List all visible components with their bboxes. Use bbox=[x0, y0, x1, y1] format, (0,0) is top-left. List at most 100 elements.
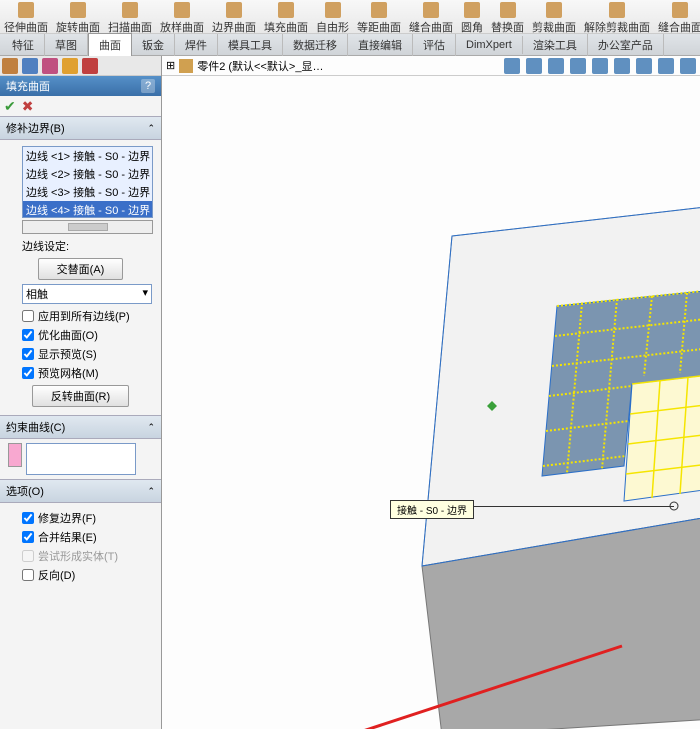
constraint-color-swatch[interactable] bbox=[8, 443, 22, 467]
display-icon[interactable] bbox=[62, 58, 78, 74]
list-item[interactable]: 边线 <1> 接触 - S0 - 边界 bbox=[23, 147, 152, 165]
surface-icon bbox=[325, 2, 341, 18]
try-form-solid-check: 尝试形成实体(T) bbox=[22, 548, 153, 564]
ribbon-item[interactable]: 剪裁曲面 bbox=[528, 2, 580, 34]
display-style-icon[interactable] bbox=[614, 58, 630, 74]
scene-icon[interactable] bbox=[658, 58, 674, 74]
surface-icon bbox=[500, 2, 516, 18]
panel-actions: ✔ ✖ bbox=[0, 96, 161, 116]
ribbon-item[interactable]: 径伸曲面 bbox=[0, 2, 52, 34]
ribbon-item[interactable]: 旋转曲面 bbox=[52, 2, 104, 34]
chevron-up-icon: ⌃ bbox=[147, 123, 155, 134]
surface-icon bbox=[423, 2, 439, 18]
view-orientation-icon[interactable] bbox=[592, 58, 608, 74]
part-name[interactable]: 零件2 (默认<<默认>_显… bbox=[197, 58, 323, 74]
tab-dimxpert[interactable]: DimXpert bbox=[456, 36, 523, 54]
viewport-header: ⊞ 零件2 (默认<<默认>_显… bbox=[162, 56, 700, 76]
ribbon-item[interactable]: 替换面 bbox=[487, 2, 528, 34]
fix-boundary-check[interactable]: 修复边界(F) bbox=[22, 510, 153, 526]
tab-evaluate[interactable]: 评估 bbox=[413, 34, 456, 56]
surface-icon bbox=[278, 2, 294, 18]
chevron-up-icon: ⌃ bbox=[147, 422, 155, 433]
tab-office[interactable]: 办公室产品 bbox=[588, 34, 664, 56]
horizontal-scrollbar[interactable] bbox=[22, 220, 153, 234]
tab-dataimport[interactable]: 数据迁移 bbox=[283, 34, 348, 56]
surface-icon bbox=[464, 2, 480, 18]
contact-type-select[interactable]: 相触 ▾ bbox=[22, 284, 152, 304]
section-options-header[interactable]: 选项(O) ⌃ bbox=[0, 479, 161, 503]
panel-title: 填充曲面 bbox=[6, 78, 50, 94]
section-constraint-header[interactable]: 约束曲线(C) ⌃ bbox=[0, 415, 161, 439]
ribbon-item[interactable]: 缝合曲面 bbox=[405, 2, 457, 34]
ribbon-item[interactable]: 缝合曲面 bbox=[654, 2, 700, 34]
config-icon[interactable] bbox=[42, 58, 58, 74]
scroll-thumb[interactable] bbox=[68, 223, 108, 231]
tab-render[interactable]: 渲染工具 bbox=[523, 34, 588, 56]
alternate-face-button[interactable]: 交替面(A) bbox=[38, 258, 124, 280]
constraint-curve-list[interactable] bbox=[26, 443, 136, 475]
list-item[interactable]: 边线 <3> 接触 - S0 - 边界 bbox=[23, 183, 152, 201]
part-icon bbox=[179, 59, 193, 73]
property-panel: 填充曲面 ? ✔ ✖ 修补边界(B) ⌃ 边线 <1> 接触 - S0 - 边界… bbox=[0, 56, 162, 729]
list-item-selected[interactable]: 边线 <4> 接触 - S0 - 边界 bbox=[23, 201, 152, 218]
tooltip-leader-line bbox=[474, 506, 674, 507]
tab-features[interactable]: 特征 bbox=[2, 34, 45, 56]
property-icon[interactable] bbox=[22, 58, 38, 74]
command-tabs: 特征 草图 曲面 钣金 焊件 模具工具 数据迁移 直接编辑 评估 DimXper… bbox=[0, 34, 700, 56]
hide-show-icon[interactable] bbox=[636, 58, 652, 74]
surface-icon bbox=[609, 2, 625, 18]
record-icon[interactable] bbox=[82, 58, 98, 74]
ribbon: 径伸曲面 旋转曲面 扫描曲面 放样曲面 边界曲面 填充曲面 自由形 等距曲面 缝… bbox=[0, 0, 700, 34]
tab-weldments[interactable]: 焊件 bbox=[175, 34, 218, 56]
edge-selection-list[interactable]: 边线 <1> 接触 - S0 - 边界 边线 <2> 接触 - S0 - 边界 … bbox=[22, 146, 153, 218]
ribbon-item[interactable]: 填充曲面 bbox=[260, 2, 312, 34]
section-patch-header[interactable]: 修补边界(B) ⌃ bbox=[0, 116, 161, 140]
ribbon-item[interactable]: 自由形 bbox=[312, 2, 353, 34]
ribbon-item[interactable]: 扫描曲面 bbox=[104, 2, 156, 34]
merge-result-check[interactable]: 合并结果(E) bbox=[22, 529, 153, 545]
previous-view-icon[interactable] bbox=[548, 58, 564, 74]
surface-icon bbox=[70, 2, 86, 18]
surface-icon bbox=[18, 2, 34, 18]
cancel-icon[interactable]: ✖ bbox=[22, 98, 34, 115]
ribbon-item[interactable]: 圆角 bbox=[457, 2, 487, 34]
view-settings-icon[interactable] bbox=[680, 58, 696, 74]
show-preview-check[interactable]: 显示预览(S) bbox=[22, 346, 153, 362]
panel-tab-icons bbox=[0, 56, 161, 76]
tab-surfaces[interactable]: 曲面 bbox=[88, 33, 132, 57]
chevron-down-icon: ▾ bbox=[142, 286, 148, 302]
tab-sketch[interactable]: 草图 bbox=[45, 34, 88, 56]
list-item[interactable]: 边线 <2> 接触 - S0 - 边界 bbox=[23, 165, 152, 183]
surface-icon bbox=[122, 2, 138, 18]
edge-setting-label: 边线设定: bbox=[22, 238, 153, 254]
section-view-icon[interactable] bbox=[570, 58, 586, 74]
ribbon-item[interactable]: 等距曲面 bbox=[353, 2, 405, 34]
ribbon-item[interactable]: 解除剪裁曲面 bbox=[580, 2, 654, 34]
apply-all-edges-check[interactable]: 应用到所有边线(P) bbox=[22, 308, 153, 324]
reverse-surface-button[interactable]: 反转曲面(R) bbox=[32, 385, 129, 407]
model-geometry bbox=[382, 176, 700, 729]
3d-viewport[interactable]: ⊞ 零件2 (默认<<默认>_显… bbox=[162, 56, 700, 729]
ok-icon[interactable]: ✔ bbox=[4, 98, 16, 115]
surface-icon bbox=[226, 2, 242, 18]
zoom-fit-icon[interactable] bbox=[504, 58, 520, 74]
optimize-surface-check[interactable]: 优化曲面(O) bbox=[22, 327, 153, 343]
edge-tooltip: 接触 - S0 - 边界 bbox=[390, 500, 474, 519]
preview-mesh-check[interactable]: 预览网格(M) bbox=[22, 365, 153, 381]
expand-icon[interactable]: ⊞ bbox=[166, 59, 175, 72]
surface-icon bbox=[672, 2, 688, 18]
zoom-area-icon[interactable] bbox=[526, 58, 542, 74]
chevron-up-icon: ⌃ bbox=[147, 486, 155, 497]
tab-sheetmetal[interactable]: 钣金 bbox=[132, 34, 175, 56]
ribbon-item[interactable]: 放样曲面 bbox=[156, 2, 208, 34]
surface-icon bbox=[174, 2, 190, 18]
panel-title-bar: 填充曲面 ? bbox=[0, 76, 161, 96]
tab-moldtools[interactable]: 模具工具 bbox=[218, 34, 283, 56]
reverse-direction-check[interactable]: 反向(D) bbox=[22, 567, 153, 583]
help-icon[interactable]: ? bbox=[141, 79, 155, 93]
tab-directedit[interactable]: 直接编辑 bbox=[348, 34, 413, 56]
feature-tree-icon[interactable] bbox=[2, 58, 18, 74]
ribbon-item[interactable]: 边界曲面 bbox=[208, 2, 260, 34]
surface-icon bbox=[371, 2, 387, 18]
surface-icon bbox=[546, 2, 562, 18]
